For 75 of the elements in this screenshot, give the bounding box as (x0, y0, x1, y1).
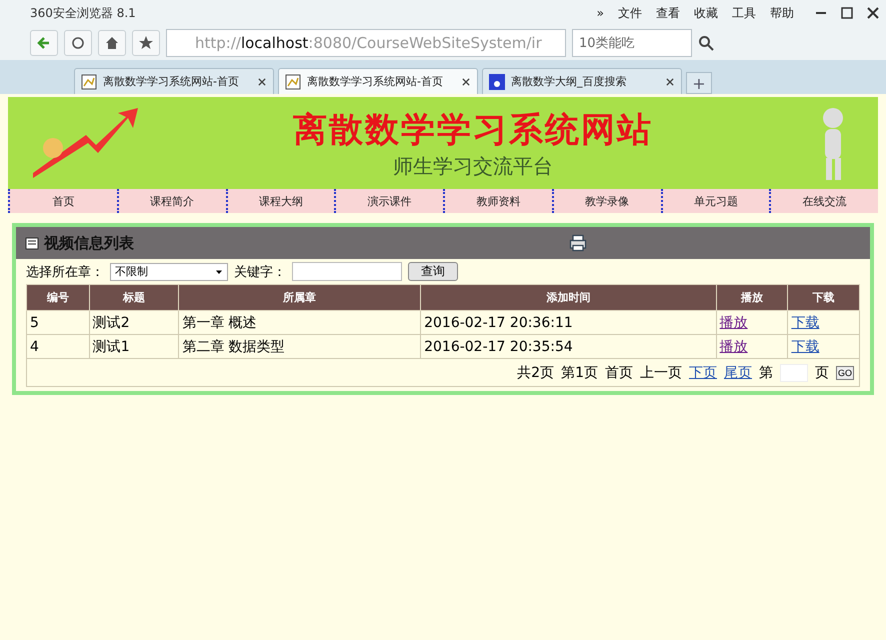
maximize-icon (839, 5, 855, 21)
page-label: 第 (758, 364, 773, 382)
nav-link[interactable]: 首页 (8, 189, 117, 213)
favorite-button[interactable] (132, 30, 160, 56)
pager-text: 首页 (604, 364, 633, 382)
back-button[interactable] (30, 30, 58, 56)
nav-link[interactable]: 演示课件 (334, 189, 443, 213)
search-icon[interactable] (698, 35, 714, 51)
site-subtitle: 师生学习交流平台 (393, 152, 553, 180)
chapter-label: 选择所在章： (26, 264, 104, 280)
chapter-select[interactable]: 不限制 (110, 262, 228, 280)
menu-item[interactable]: » (596, 6, 604, 20)
pager-link[interactable]: 下页 (688, 364, 717, 382)
column-header: 标题 (89, 284, 179, 310)
search-field[interactable]: 10类能吃 (572, 29, 692, 57)
url-text: http://localhost:8080/CourseWebSiteSystem/ir (195, 34, 542, 52)
table-cell: 第二章 数据类型 (178, 334, 421, 358)
nav-link[interactable]: 教师资料 (443, 189, 552, 213)
panel-title: 视频信息列表 (44, 234, 135, 252)
close-icon (865, 5, 881, 21)
page-label: 页 (814, 364, 829, 382)
pager-text: 上一页 (640, 364, 682, 382)
window-title: 360安全浏览器 8.1 (30, 4, 137, 22)
refresh-button[interactable] (64, 30, 92, 56)
menu-item[interactable]: 查看 (656, 4, 680, 22)
column-header: 播放 (716, 284, 788, 310)
table-cell: 测试2 (89, 310, 179, 334)
home-button[interactable] (98, 30, 126, 56)
table-cell: 4 (26, 334, 90, 358)
pager-link[interactable]: 尾页 (724, 364, 752, 382)
new-tab-button[interactable]: + (686, 72, 712, 94)
nav-link[interactable]: 在线交流 (769, 189, 878, 213)
menu-item[interactable]: 帮助 (770, 4, 794, 22)
browser-tab[interactable]: 离散数学学习系统网站-首页 (74, 68, 274, 94)
star-icon (138, 35, 154, 51)
pager-text: 共2页 (517, 364, 554, 382)
table-cell: 5 (26, 310, 90, 334)
document-icon (24, 235, 40, 251)
close-icon[interactable] (257, 76, 267, 86)
page-icon (81, 74, 97, 90)
pager-text: 第1页 (561, 364, 598, 382)
column-header: 添加时间 (420, 284, 716, 310)
table-cell: 第一章 概述 (178, 310, 421, 334)
browser-tab[interactable]: 离散数学学习系统网站-首页 (278, 68, 478, 94)
printer-icon[interactable] (568, 233, 588, 253)
close-icon[interactable] (461, 76, 471, 86)
column-header: 下载 (788, 284, 860, 310)
dropdown-arrow-icon (215, 268, 223, 276)
column-header: 编号 (26, 284, 90, 310)
back-arrow-icon (36, 35, 52, 51)
nav-link[interactable]: 课程简介 (116, 189, 226, 213)
search-button[interactable]: 查询 (408, 262, 458, 281)
nav-link[interactable]: 教学录像 (552, 189, 660, 213)
nav-link[interactable]: 单元习题 (660, 189, 770, 213)
refresh-icon (70, 35, 86, 51)
search-text: 10类能吃 (579, 35, 635, 52)
nav-link[interactable]: 课程大纲 (226, 189, 334, 213)
column-header: 所属章 (178, 284, 421, 310)
site-title: 离散数学学习系统网站 (293, 108, 653, 152)
browser-tab[interactable]: 离散数学大纲_百度搜索 (482, 68, 682, 94)
close-icon[interactable] (665, 76, 675, 86)
menu-item[interactable]: 文件 (618, 4, 642, 22)
menu-item[interactable]: 工具 (732, 4, 756, 22)
keyword-label: 关键字： (234, 264, 286, 280)
home-icon (104, 35, 120, 51)
go-button[interactable]: GO (836, 366, 854, 380)
page-icon (285, 74, 301, 90)
menu-item[interactable]: 收藏 (694, 4, 718, 22)
table-cell: 测试1 (89, 334, 179, 358)
keyword-input[interactable] (292, 262, 402, 281)
table-cell: 2016-02-17 20:36:11 (420, 310, 716, 334)
table-cell: 2016-02-17 20:35:54 (420, 334, 716, 358)
address-field[interactable]: http://localhost:8080/CourseWebSiteSystem/ir (166, 29, 566, 57)
page-input[interactable] (780, 364, 808, 382)
minimize-icon (816, 12, 826, 14)
